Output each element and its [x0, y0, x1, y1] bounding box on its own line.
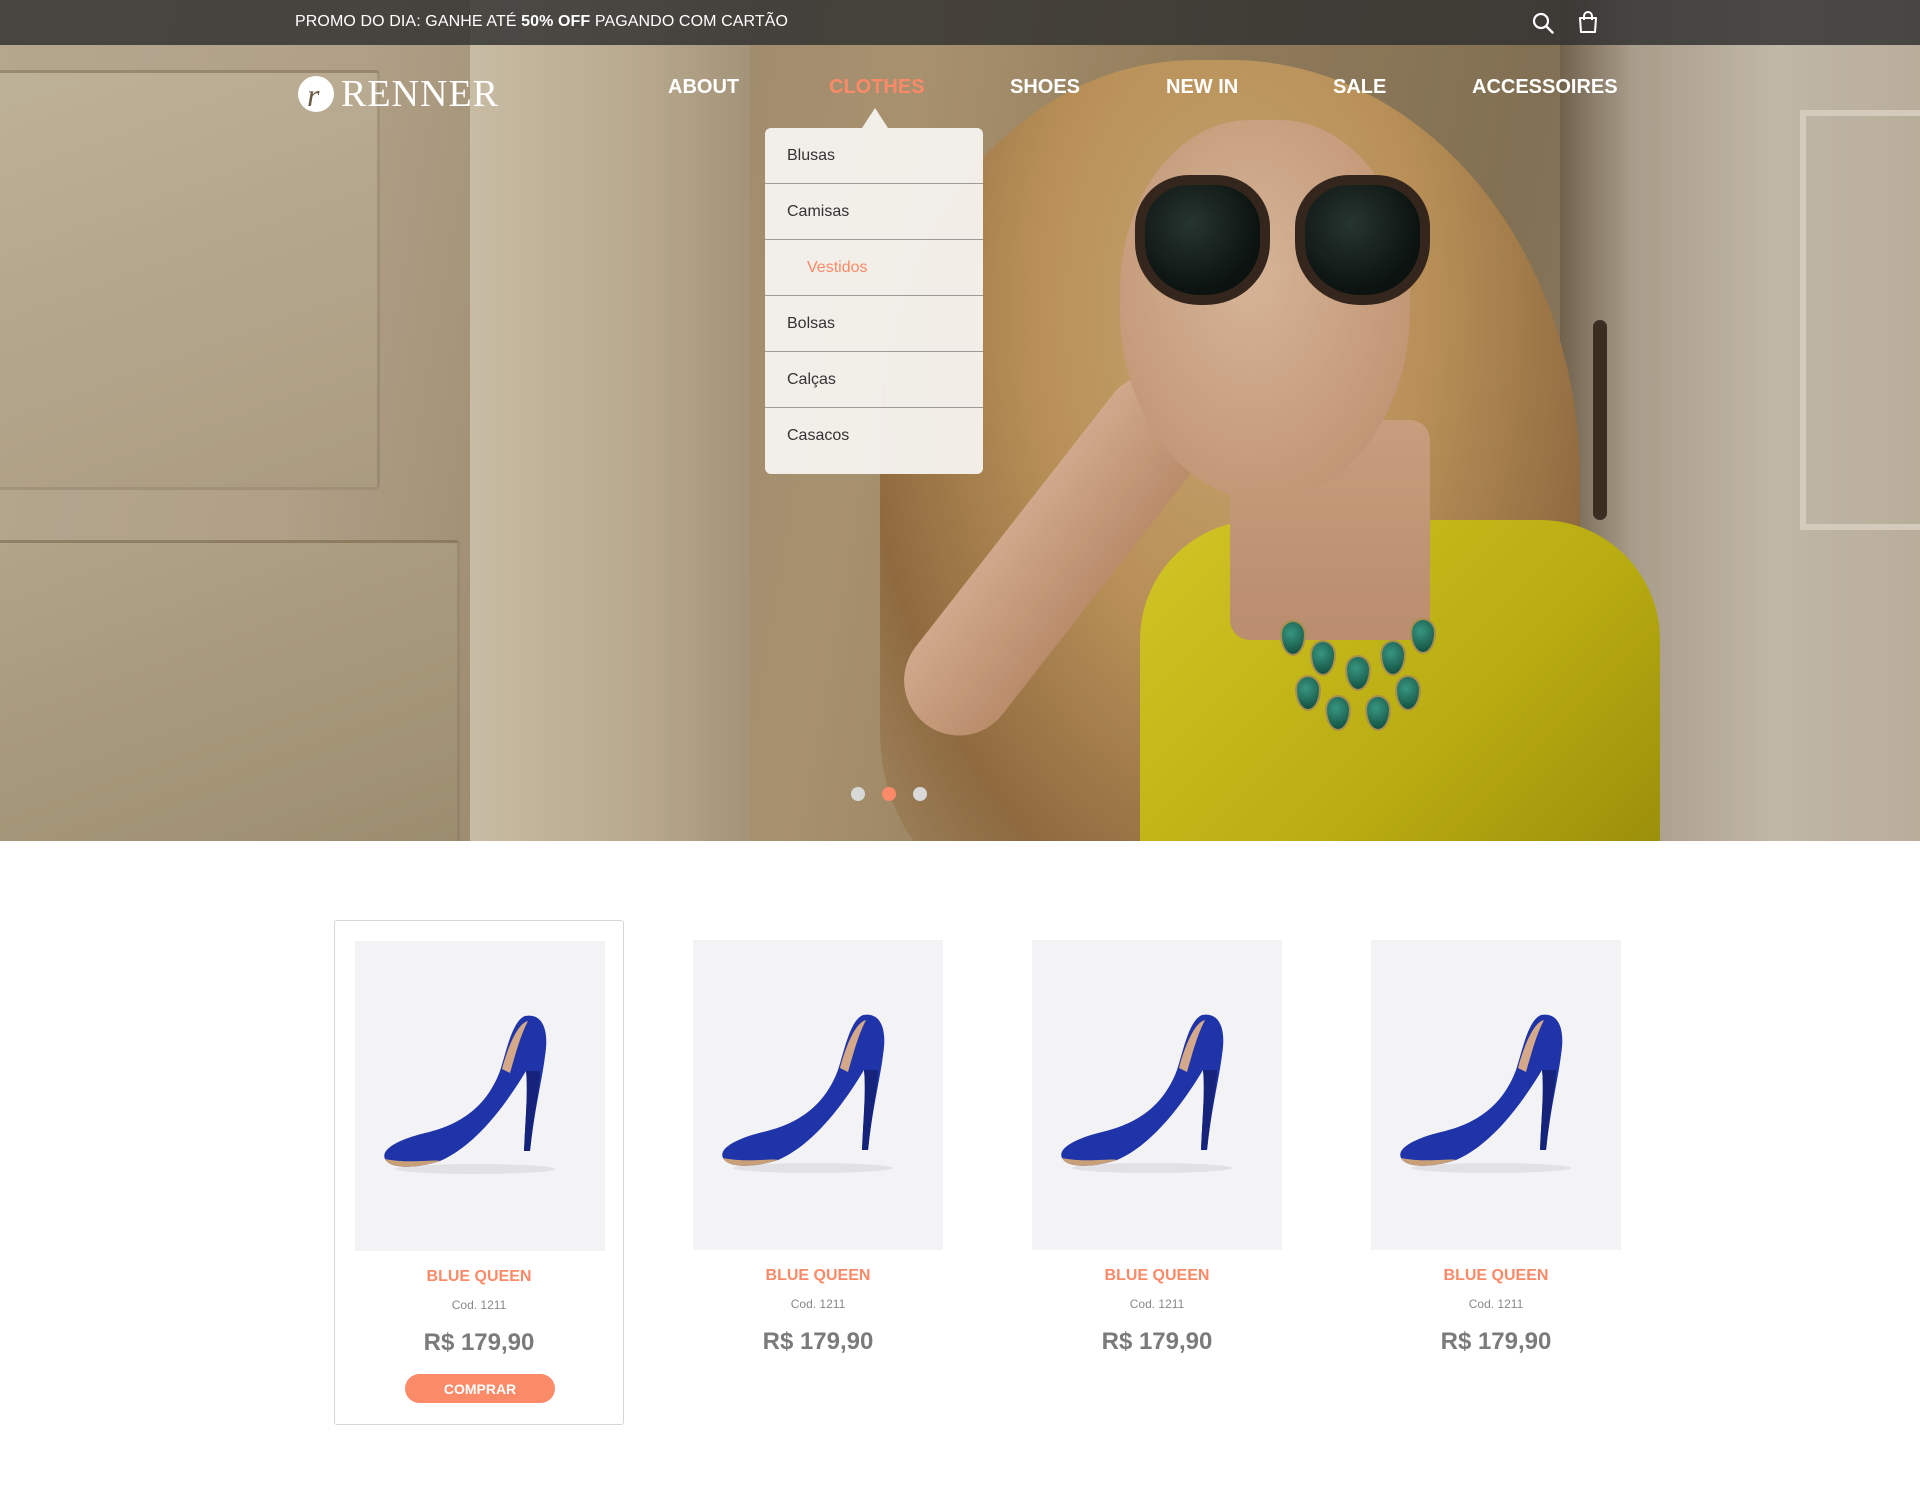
- product-card[interactable]: BLUE QUEEN Cod. 1211 R$ 179,90 COMPRAR: [334, 920, 624, 1425]
- product-card[interactable]: BLUE QUEEN Cod. 1211 R$ 179,90: [673, 920, 963, 1425]
- nav-item-accessoires[interactable]: ACCESSOIRES: [1472, 76, 1618, 99]
- product-price: R$ 179,90: [423, 1329, 535, 1356]
- promo-suffix: PAGANDO COM CARTÃO: [590, 13, 789, 30]
- high-heel-shoe-icon: [1400, 1014, 1571, 1173]
- buy-button[interactable]: COMPRAR: [405, 1374, 555, 1403]
- dropdown-item-vestidos[interactable]: Vestidos: [765, 240, 983, 296]
- nav-item-shoes[interactable]: SHOES: [1010, 76, 1080, 99]
- carousel-dot[interactable]: [851, 787, 865, 801]
- dropdown-item-bolsas[interactable]: Bolsas: [765, 296, 983, 352]
- high-heel-shoe-icon: [384, 1015, 555, 1174]
- brand-logo[interactable]: r RENNER: [298, 72, 499, 116]
- nav-item-about[interactable]: ABOUT: [668, 76, 739, 99]
- product-name[interactable]: BLUE QUEEN: [1012, 1267, 1302, 1285]
- product-name[interactable]: BLUE QUEEN: [335, 1268, 623, 1286]
- high-heel-shoe-icon: [722, 1014, 893, 1173]
- product-price: R$ 179,90: [1440, 1328, 1552, 1355]
- promo-highlight: 50% OFF: [521, 13, 591, 30]
- logo-text: RENNER: [341, 73, 499, 115]
- promo-text: PROMO DO DIA: GANHE ATÉ 50% OFF PAGANDO …: [295, 13, 788, 31]
- product-price: R$ 179,90: [762, 1328, 874, 1355]
- logo-mark-icon: r: [298, 76, 334, 113]
- dropdown-arrow: [862, 108, 888, 128]
- product-code: Cod. 1211: [1129, 1297, 1185, 1311]
- promo-bar: PROMO DO DIA: GANHE ATÉ 50% OFF PAGANDO …: [0, 0, 1920, 45]
- carousel-dots: [851, 787, 927, 801]
- product-card[interactable]: BLUE QUEEN Cod. 1211 R$ 179,90: [1351, 920, 1641, 1425]
- promo-prefix: PROMO DO DIA: GANHE ATÉ: [295, 13, 522, 30]
- carousel-dot[interactable]: [913, 787, 927, 801]
- product-code: Cod. 1211: [451, 1298, 507, 1312]
- nav-item-sale[interactable]: SALE: [1333, 76, 1386, 99]
- product-image[interactable]: [693, 940, 943, 1250]
- logo-mark-letter: r: [307, 77, 320, 113]
- dropdown-item-casacos[interactable]: Casacos: [765, 408, 983, 464]
- product-name[interactable]: BLUE QUEEN: [673, 1267, 963, 1285]
- dropdown-item-blusas[interactable]: Blusas: [765, 128, 983, 184]
- product-image[interactable]: [1032, 940, 1282, 1250]
- dropdown-item-calcas[interactable]: Calças: [765, 352, 983, 408]
- nav-item-clothes[interactable]: CLOTHES: [829, 76, 925, 99]
- product-name[interactable]: BLUE QUEEN: [1351, 1267, 1641, 1285]
- nav-item-new-in[interactable]: NEW IN: [1166, 76, 1238, 99]
- carousel-dot-active[interactable]: [882, 787, 896, 801]
- search-icon[interactable]: [1532, 12, 1554, 34]
- product-code: Cod. 1211: [790, 1297, 846, 1311]
- shopping-bag-icon[interactable]: [1578, 11, 1598, 33]
- product-price: R$ 179,90: [1101, 1328, 1213, 1355]
- dropdown-item-camisas[interactable]: Camisas: [765, 184, 983, 240]
- product-image[interactable]: [1371, 940, 1621, 1250]
- product-image[interactable]: [355, 941, 605, 1251]
- clothes-dropdown-menu: Blusas Camisas Vestidos Bolsas Calças Ca…: [765, 128, 983, 474]
- high-heel-shoe-icon: [1061, 1014, 1232, 1173]
- product-card[interactable]: BLUE QUEEN Cod. 1211 R$ 179,90: [1012, 920, 1302, 1425]
- product-code: Cod. 1211: [1468, 1297, 1524, 1311]
